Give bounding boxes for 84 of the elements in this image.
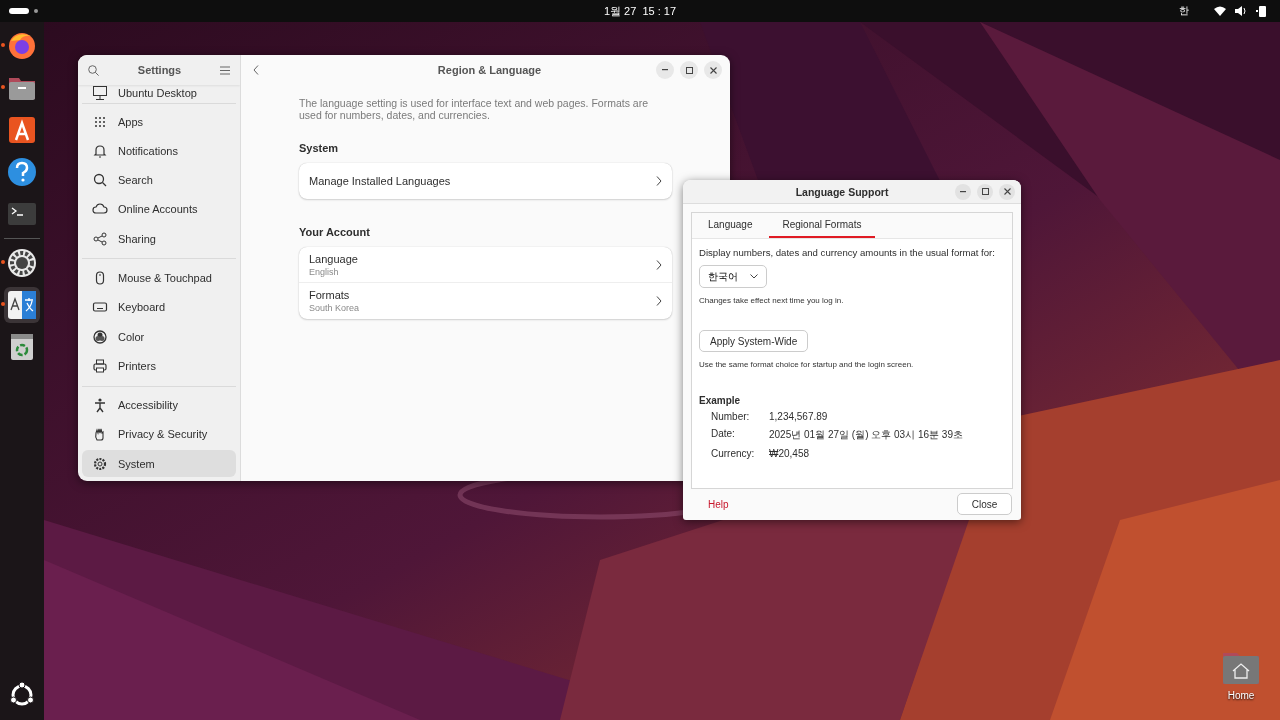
settings-row[interactable]: Language English bbox=[299, 247, 672, 283]
row-subtitle: English bbox=[309, 266, 340, 277]
chevron-icon bbox=[656, 259, 662, 270]
share-icon bbox=[92, 230, 108, 247]
example-label: Number: bbox=[711, 411, 751, 422]
window-title: Region & Language bbox=[436, 64, 543, 76]
sidebar-item[interactable]: Privacy & Security bbox=[82, 420, 236, 448]
maximize-icon bbox=[981, 188, 989, 195]
volume-icon[interactable] bbox=[1235, 6, 1247, 16]
chevron-icon bbox=[656, 296, 662, 306]
format-dropdown[interactable]: 한국어 bbox=[699, 265, 767, 288]
battery-icon[interactable] bbox=[1256, 5, 1268, 17]
sidebar-item[interactable]: Online Accounts bbox=[82, 195, 236, 223]
help-icon bbox=[7, 157, 37, 187]
minimize-icon bbox=[960, 190, 966, 193]
minimize-icon bbox=[662, 69, 668, 71]
settings-icon bbox=[92, 455, 108, 472]
sidebar-item[interactable]: Apps bbox=[82, 108, 236, 135]
example-label: Date: bbox=[711, 428, 736, 441]
sidebar-item[interactable]: Mouse & Touchpad bbox=[82, 264, 236, 292]
clock[interactable]: 1월 27 15 : 17 bbox=[603, 4, 677, 19]
apply-button[interactable]: Apply System-Wide bbox=[699, 330, 809, 352]
close-button[interactable]: Close bbox=[957, 493, 1012, 515]
printer-icon bbox=[92, 357, 108, 374]
window-title: Language Support bbox=[794, 185, 890, 198]
help-button[interactable]: Help bbox=[708, 498, 729, 510]
example-value: 2025년 01월 27일 (월) 오후 03시 16분 39초 bbox=[769, 428, 964, 442]
search-icon bbox=[92, 172, 108, 189]
close-icon bbox=[709, 66, 717, 74]
sidebar-item[interactable]: Printers bbox=[82, 352, 236, 380]
description-text: The language setting is used for interface text and web pages. Formats are used for numbers, dates, and currencies. bbox=[299, 97, 650, 121]
section-heading: Your Account bbox=[299, 226, 371, 238]
maximize-icon bbox=[685, 66, 693, 74]
sidebar-item[interactable]: Accessibility bbox=[82, 391, 236, 419]
sidebar-title: Settings bbox=[137, 64, 182, 76]
color-icon bbox=[92, 328, 108, 345]
back-icon[interactable] bbox=[253, 65, 259, 75]
sidebar-item[interactable]: Notifications bbox=[82, 137, 236, 165]
row-title: Language bbox=[309, 252, 359, 265]
maximize-button[interactable] bbox=[680, 61, 698, 79]
accessibility-icon bbox=[92, 397, 108, 414]
close-button[interactable] bbox=[704, 61, 722, 79]
row-title: Formats bbox=[309, 289, 351, 301]
close-icon bbox=[1003, 188, 1011, 195]
prompt-text: Display numbers, dates and currency amounts in the usual format for: bbox=[699, 247, 996, 258]
firefox-icon bbox=[7, 31, 37, 61]
note-text: Use the same format choice for startup and the login screen. bbox=[699, 360, 915, 369]
tab[interactable]: Language bbox=[694, 213, 767, 238]
settings-row[interactable]: Formats South Korea bbox=[299, 283, 672, 319]
sidebar-item[interactable]: Sharing bbox=[82, 225, 236, 253]
translate-icon bbox=[7, 290, 37, 320]
search-icon[interactable] bbox=[88, 64, 99, 76]
close-button[interactable] bbox=[999, 183, 1015, 200]
sidebar-item[interactable]: Color bbox=[82, 323, 236, 351]
chevron-icon bbox=[656, 176, 662, 186]
row-title: Manage Installed Languages bbox=[309, 175, 452, 187]
menu-icon[interactable] bbox=[220, 65, 230, 75]
sidebar-item[interactable]: Search bbox=[82, 166, 236, 194]
app-store-icon bbox=[7, 115, 37, 145]
note-text: Changes take effect next time you log in. bbox=[699, 296, 845, 305]
caret-icon bbox=[750, 274, 758, 279]
row-subtitle: South Korea bbox=[309, 303, 361, 313]
sidebar-item[interactable]: System bbox=[82, 450, 236, 478]
dock-app-button[interactable] bbox=[4, 287, 40, 323]
desktop-icon-label[interactable]: Home bbox=[1227, 690, 1255, 701]
workspace-indicator-icon[interactable] bbox=[9, 7, 39, 15]
section-heading: System bbox=[299, 142, 340, 154]
show-apps-icon[interactable] bbox=[9, 682, 35, 708]
sidebar-item[interactable]: Ubuntu Desktop bbox=[82, 85, 236, 101]
bell-icon bbox=[92, 142, 108, 159]
minimize-button[interactable] bbox=[955, 183, 971, 200]
input-method-indicator[interactable]: 한 bbox=[1179, 4, 1189, 18]
section-heading: Example bbox=[699, 395, 742, 406]
home-folder-icon[interactable] bbox=[1222, 650, 1260, 686]
example-value: ₩20,458 bbox=[769, 448, 811, 459]
settings-icon bbox=[7, 248, 37, 278]
tab[interactable]: Regional Formats bbox=[768, 213, 876, 238]
settings-row[interactable]: Manage Installed Languages bbox=[299, 163, 672, 199]
example-value: 1,234,567.89 bbox=[769, 411, 829, 422]
maximize-button[interactable] bbox=[977, 183, 993, 200]
sidebar-item[interactable]: Keyboard bbox=[82, 293, 236, 321]
wifi-icon[interactable] bbox=[1214, 6, 1226, 16]
example-label: Currency: bbox=[711, 448, 756, 459]
monitor-icon bbox=[92, 85, 108, 101]
